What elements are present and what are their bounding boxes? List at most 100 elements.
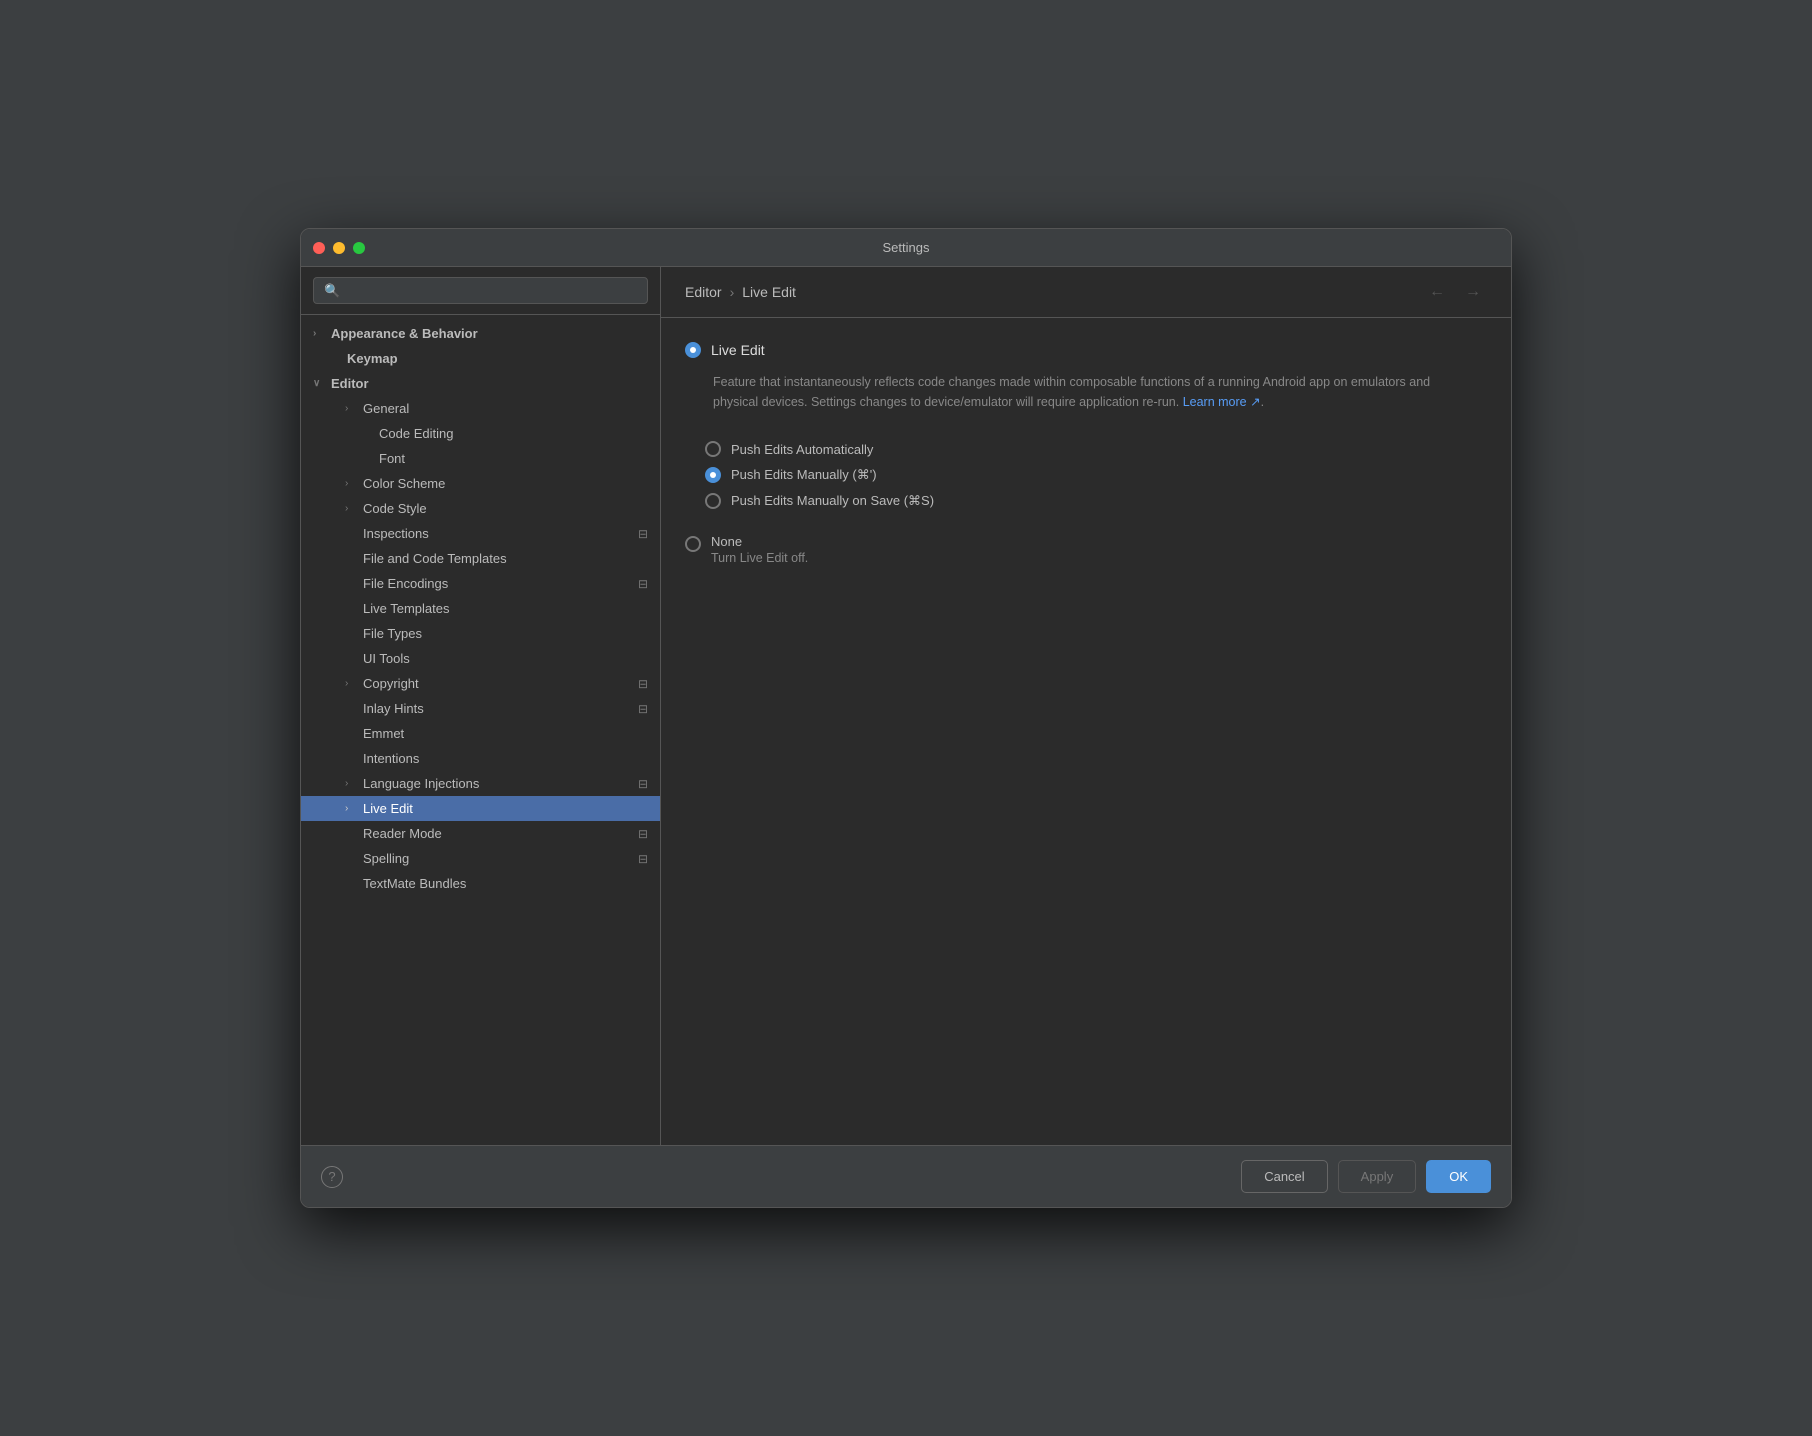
maximize-button[interactable] <box>353 242 365 254</box>
none-text-group: None Turn Live Edit off. <box>711 534 808 565</box>
window-title: Settings <box>883 240 930 255</box>
push-on-save-label: Push Edits Manually on Save (⌘S) <box>731 493 934 509</box>
breadcrumb: Editor › Live Edit <box>685 284 796 300</box>
live-edit-option[interactable]: Live Edit <box>685 342 1487 358</box>
push-auto-label: Push Edits Automatically <box>731 442 873 457</box>
sidebar-item-live-templates[interactable]: Live Templates <box>301 596 660 621</box>
sidebar-item-label: Keymap <box>347 351 398 366</box>
sidebar-item-spelling[interactable]: Spelling ⊟ <box>301 846 660 871</box>
push-manually-radio[interactable] <box>705 467 721 483</box>
sidebar-item-label: Intentions <box>363 751 419 766</box>
sidebar-item-label: Code Style <box>363 501 427 516</box>
nav-forward-button[interactable]: → <box>1459 281 1487 303</box>
sidebar-item-intentions[interactable]: Intentions <box>301 746 660 771</box>
sidebar-item-label: Inspections <box>363 526 429 541</box>
close-button[interactable] <box>313 242 325 254</box>
sidebar-item-ui-tools[interactable]: UI Tools <box>301 646 660 671</box>
sidebar-item-editor[interactable]: ∨ Editor <box>301 371 660 396</box>
ok-button[interactable]: OK <box>1426 1160 1491 1193</box>
sidebar-item-code-style[interactable]: › Code Style <box>301 496 660 521</box>
learn-more-link[interactable]: Learn more ↗ <box>1183 395 1261 409</box>
sidebar-item-label: General <box>363 401 409 416</box>
nav-back-button[interactable]: ← <box>1423 281 1451 303</box>
none-radio[interactable] <box>685 536 701 552</box>
sidebar-item-textmate-bundles[interactable]: TextMate Bundles <box>301 871 660 896</box>
push-on-save-option[interactable]: Push Edits Manually on Save (⌘S) <box>705 488 1487 514</box>
chevron-icon: › <box>345 478 357 489</box>
sidebar-item-reader-mode[interactable]: Reader Mode ⊟ <box>301 821 660 846</box>
minus-icon: ⊟ <box>638 777 648 791</box>
none-description: Turn Live Edit off. <box>711 551 808 565</box>
push-on-save-radio[interactable] <box>705 493 721 509</box>
content-area: Editor › Live Edit ← → Live Edit <box>661 267 1511 1145</box>
content-header: Editor › Live Edit ← → <box>661 267 1511 318</box>
sidebar-item-label: Appearance & Behavior <box>331 326 478 341</box>
sidebar-item-code-editing[interactable]: Code Editing <box>301 421 660 446</box>
minimize-button[interactable] <box>333 242 345 254</box>
sidebar-item-general[interactable]: › General <box>301 396 660 421</box>
minus-icon: ⊟ <box>638 527 648 541</box>
sidebar-item-label: Emmet <box>363 726 404 741</box>
sidebar: › Appearance & Behavior Keymap ∨ Editor … <box>301 267 661 1145</box>
chevron-icon: › <box>345 403 357 414</box>
sidebar-list: › Appearance & Behavior Keymap ∨ Editor … <box>301 315 660 1145</box>
apply-button[interactable]: Apply <box>1338 1160 1417 1193</box>
main-content: › Appearance & Behavior Keymap ∨ Editor … <box>301 267 1511 1145</box>
none-option[interactable]: None Turn Live Edit off. <box>685 534 1487 565</box>
sidebar-item-file-encodings[interactable]: File Encodings ⊟ <box>301 571 660 596</box>
live-edit-radio[interactable] <box>685 342 701 358</box>
sidebar-item-label: Editor <box>331 376 369 391</box>
sidebar-item-label: File Encodings <box>363 576 448 591</box>
breadcrumb-current: Live Edit <box>742 284 796 300</box>
breadcrumb-separator: › <box>730 284 735 300</box>
push-manually-label: Push Edits Manually (⌘') <box>731 467 877 483</box>
sidebar-item-label: Language Injections <box>363 776 479 791</box>
sidebar-item-label: Inlay Hints <box>363 701 424 716</box>
titlebar: Settings <box>301 229 1511 267</box>
sidebar-item-emmet[interactable]: Emmet <box>301 721 660 746</box>
sidebar-item-inlay-hints[interactable]: Inlay Hints ⊟ <box>301 696 660 721</box>
sidebar-item-label: File Types <box>363 626 422 641</box>
sidebar-item-label: Live Edit <box>363 801 413 816</box>
push-manually-option[interactable]: Push Edits Manually (⌘') <box>705 462 1487 488</box>
sidebar-item-label: Live Templates <box>363 601 449 616</box>
traffic-lights <box>313 242 365 254</box>
search-input[interactable] <box>313 277 648 304</box>
sidebar-item-copyright[interactable]: › Copyright ⊟ <box>301 671 660 696</box>
sidebar-item-file-types[interactable]: File Types <box>301 621 660 646</box>
cancel-button[interactable]: Cancel <box>1241 1160 1327 1193</box>
search-bar <box>301 267 660 315</box>
sidebar-item-file-code-templates[interactable]: File and Code Templates <box>301 546 660 571</box>
settings-window: Settings › Appearance & Behavior Keymap <box>300 228 1512 1208</box>
sidebar-item-label: Font <box>379 451 405 466</box>
content-body: Live Edit Feature that instantaneously r… <box>661 318 1511 1145</box>
sidebar-item-label: Reader Mode <box>363 826 442 841</box>
sidebar-item-keymap[interactable]: Keymap <box>301 346 660 371</box>
sidebar-item-label: Copyright <box>363 676 419 691</box>
minus-icon: ⊟ <box>638 702 648 716</box>
sidebar-item-live-edit[interactable]: › Live Edit <box>301 796 660 821</box>
push-auto-option[interactable]: Push Edits Automatically <box>705 436 1487 462</box>
minus-icon: ⊟ <box>638 677 648 691</box>
sidebar-item-label: File and Code Templates <box>363 551 507 566</box>
sidebar-item-inspections[interactable]: Inspections ⊟ <box>301 521 660 546</box>
live-edit-description: Feature that instantaneously reflects co… <box>713 372 1473 412</box>
sidebar-item-label: Code Editing <box>379 426 453 441</box>
sidebar-item-language-injections[interactable]: › Language Injections ⊟ <box>301 771 660 796</box>
help-button[interactable]: ? <box>321 1166 343 1188</box>
sidebar-item-color-scheme[interactable]: › Color Scheme <box>301 471 660 496</box>
minus-icon: ⊟ <box>638 852 648 866</box>
sidebar-item-label: Color Scheme <box>363 476 445 491</box>
nav-arrows: ← → <box>1423 281 1487 303</box>
chevron-icon: › <box>345 678 357 689</box>
bottom-bar: ? Cancel Apply OK <box>301 1145 1511 1207</box>
chevron-icon: ∨ <box>313 378 325 389</box>
sidebar-item-label: TextMate Bundles <box>363 876 466 891</box>
sidebar-item-appearance-behavior[interactable]: › Appearance & Behavior <box>301 321 660 346</box>
push-auto-radio[interactable] <box>705 441 721 457</box>
minus-icon: ⊟ <box>638 577 648 591</box>
push-options-group: Push Edits Automatically Push Edits Manu… <box>705 436 1487 514</box>
sidebar-item-font[interactable]: Font <box>301 446 660 471</box>
minus-icon: ⊟ <box>638 827 648 841</box>
breadcrumb-parent: Editor <box>685 284 722 300</box>
